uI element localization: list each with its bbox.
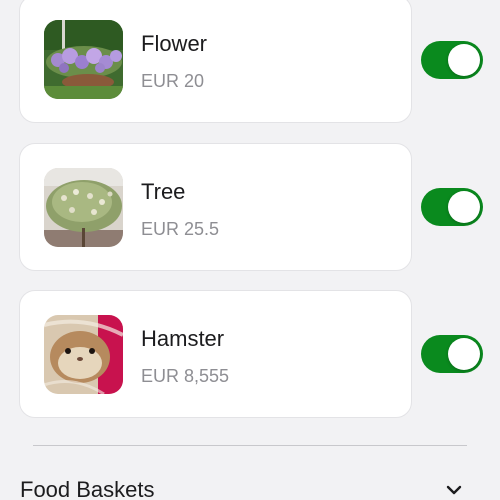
enable-toggle[interactable] bbox=[421, 335, 483, 373]
toggle-knob bbox=[448, 191, 480, 223]
list-item-tree[interactable]: Tree EUR 25.5 bbox=[19, 143, 483, 271]
flower-image bbox=[44, 20, 123, 99]
item-price: EUR 25.5 bbox=[141, 219, 220, 239]
item-price: EUR 8,555 bbox=[141, 366, 230, 386]
chevron-down-icon[interactable] bbox=[446, 483, 462, 495]
list-item-flower[interactable]: Flower EUR 20 bbox=[19, 0, 483, 123]
hamster-image bbox=[44, 315, 123, 394]
item-name: Tree bbox=[141, 179, 186, 204]
tree-image bbox=[44, 168, 123, 247]
list-item-hamster[interactable]: Hamster EUR 8,555 bbox=[19, 290, 483, 418]
enable-toggle[interactable] bbox=[421, 188, 483, 226]
enable-toggle[interactable] bbox=[421, 41, 483, 79]
toggle-knob bbox=[448, 338, 480, 370]
toggle-knob bbox=[448, 44, 480, 76]
item-name: Flower bbox=[141, 31, 208, 56]
item-name: Hamster bbox=[141, 326, 225, 351]
product-list-screen: Flower EUR 20 Tree EUR 25.5 Hamster EUR … bbox=[0, 0, 500, 500]
section-divider bbox=[33, 445, 467, 446]
item-price: EUR 20 bbox=[141, 71, 205, 91]
section-title[interactable]: Food Baskets bbox=[20, 477, 155, 500]
